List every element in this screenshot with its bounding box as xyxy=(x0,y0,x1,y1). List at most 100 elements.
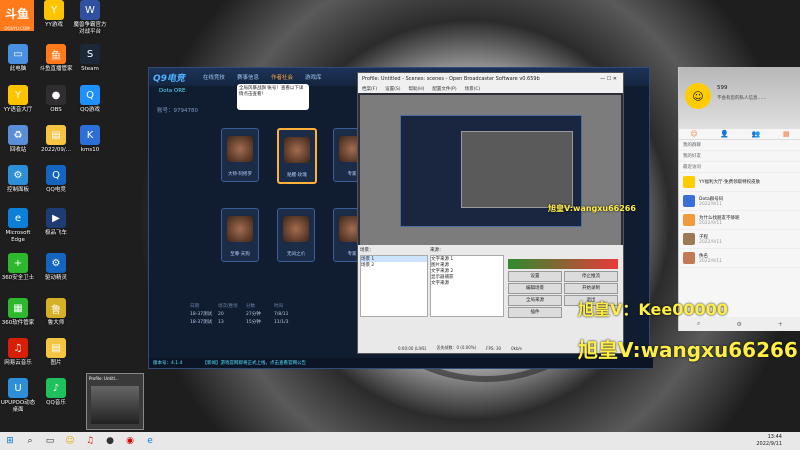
avatar[interactable]: ☺ xyxy=(685,83,711,109)
desktop-icon[interactable]: ⚙ 控制面板 xyxy=(0,165,36,194)
desktop-icon[interactable]: e Microsoft Edge xyxy=(0,208,36,244)
hero-card-selected[interactable]: 骷髅·玫瑰 xyxy=(277,128,317,184)
desktop-icon[interactable]: ▶ 极品飞车 xyxy=(38,208,74,237)
username: 599 xyxy=(717,85,728,91)
section-my-friends[interactable]: 我的好友 xyxy=(679,151,800,162)
start-record-button[interactable]: 开始录制 xyxy=(564,283,618,294)
global-sources-button[interactable]: 全局来源 xyxy=(508,295,562,306)
scene-item[interactable]: 场景 2 xyxy=(361,262,427,268)
edge-icon[interactable]: e xyxy=(143,434,157,448)
desktop-icon[interactable]: S Steam xyxy=(72,44,108,73)
dropped-frames: 丢失帧数：0 (0.00%) xyxy=(436,345,477,350)
system-clock[interactable]: 13:44 2022/9/11 xyxy=(756,434,782,448)
yy-icon[interactable]: ☺ xyxy=(63,434,77,448)
bitrate-readout: 0kb/s xyxy=(511,345,522,351)
list-item[interactable]: 佚名 2022/9/11 xyxy=(679,249,800,268)
game-icon[interactable]: ◉ xyxy=(123,434,137,448)
list-item[interactable]: 子程 2022/9/11 xyxy=(679,230,800,249)
table-row[interactable]: 18-37测试 13 15分钟 11/1/3 xyxy=(190,318,350,326)
edit-scene-button[interactable]: 编辑场景 xyxy=(508,283,562,294)
game-tab-online[interactable]: 在线竞技 xyxy=(203,73,225,81)
desktop-icon[interactable]: ▤ 图片 xyxy=(38,338,74,367)
desktop-icon[interactable]: ● OBS xyxy=(38,85,74,114)
app-icon: Y xyxy=(44,0,64,20)
desktop-icon[interactable]: Y YY语音大厅 xyxy=(0,85,36,114)
search-icon[interactable]: ⌕ xyxy=(697,320,700,328)
hero-card-label: 至尊·天狗 xyxy=(230,252,250,257)
obs-menu-item[interactable]: 设置(S) xyxy=(385,86,400,92)
desktop-icon[interactable]: ▭ 此电脑 xyxy=(0,44,36,73)
list-item[interactable]: Dota群号码 2022/9/11 xyxy=(679,192,800,211)
tab-friends[interactable]: 👤 xyxy=(720,130,729,138)
desktop-icon[interactable]: ⚙ 驱动精灵 xyxy=(38,253,74,282)
obs-icon[interactable]: ● xyxy=(103,434,117,448)
desktop-icon[interactable]: 鲁鲁大师 xyxy=(38,298,74,327)
obs-menu-item[interactable]: 帮助(H) xyxy=(408,86,424,92)
desktop-icon-label: 鲁大师 xyxy=(47,320,65,326)
list-item-title: 为什么找朋友不够呢 xyxy=(699,215,740,221)
hero-portrait xyxy=(283,216,309,242)
game-tab-events[interactable]: 赛事信息 xyxy=(237,73,259,81)
desktop-icon[interactable]: 鱼斗鱼直播管家 xyxy=(38,44,74,73)
table-row[interactable]: 18-37测试 20 27分钟 7/8/11 xyxy=(190,310,350,318)
table-cell: 18-37测试 xyxy=(190,320,213,325)
game-tab-library[interactable]: 游戏库 xyxy=(305,73,322,81)
table-header-cell: 分数 xyxy=(246,304,255,309)
tab-apps[interactable]: ▦ xyxy=(783,130,790,138)
desktop-icon[interactable]: Q QQ电竞 xyxy=(38,165,74,194)
douyu-logo: 斗鱼 xyxy=(0,0,34,26)
desktop-icon[interactable]: ♻ 回收站 xyxy=(0,125,36,154)
app-icon: W xyxy=(80,0,100,20)
table-header: 日期 场次/胜场 分数 时间 xyxy=(190,302,350,310)
obs-menu-item[interactable]: 档案(F) xyxy=(362,86,377,92)
list-item[interactable]: YY福利大厅-免费领取特权皮肤 xyxy=(679,173,800,192)
desktop-wallpaper: 斗鱼 DOUYU.COM Y YY游戏 W 魔兽争霸官方对战平台 ▭ 此电脑 鱼斗鱼直播管家… xyxy=(0,0,800,432)
table-cell: 15分钟 xyxy=(246,320,261,325)
obs-menu-item[interactable]: 配置文件(P) xyxy=(432,86,456,92)
game-tab-community[interactable]: 作者社会 xyxy=(271,73,293,81)
desktop-icon[interactable]: ▦ 360软件管家 xyxy=(0,298,36,327)
desktop-icon[interactable]: Kkms10 xyxy=(72,125,108,154)
desktop-icon[interactable]: ▤ 2022/09/... xyxy=(38,125,74,154)
tab-recent[interactable]: ☺ xyxy=(690,130,697,138)
section-my-groups[interactable]: 我的群聊 xyxy=(679,140,800,151)
desktop-icon[interactable]: ♪ QQ音乐 xyxy=(38,378,74,407)
list-item-title: Dota群号码 xyxy=(699,196,724,202)
hero-card[interactable]: 至尊·天狗 xyxy=(221,208,259,262)
plugins-button[interactable]: 插件 xyxy=(508,307,562,318)
stop-stream-button[interactable]: 停止推流 xyxy=(564,271,618,282)
netease-music-icon[interactable]: ♫ xyxy=(83,434,97,448)
list-item[interactable]: 为什么找朋友不够呢 2022/9/11 xyxy=(679,211,800,230)
sources-label: 来源： xyxy=(430,248,444,253)
source-item[interactable]: 文字来源 xyxy=(431,280,503,286)
hero-card[interactable]: 大师·阿修罗 xyxy=(221,128,259,182)
game-logo: Q9电竞 xyxy=(153,73,185,84)
scenes-list[interactable]: 场景 1 场景 2 xyxy=(360,255,428,317)
gear-icon[interactable]: ⚙ xyxy=(736,321,741,328)
desktop-icon[interactable]: +360安全卫士 xyxy=(0,253,36,282)
obs-menu-item[interactable]: 场景(C) xyxy=(465,86,481,92)
hero-card[interactable]: 无间之爪 xyxy=(277,208,315,262)
task-view-icon[interactable]: ▭ xyxy=(43,434,57,448)
taskbar-preview-thumbnail[interactable]: Profile: Untitl... xyxy=(86,373,144,430)
tab-groups[interactable]: 👥 xyxy=(752,130,761,138)
start-icon[interactable]: ⊞ xyxy=(3,434,17,448)
settings-button[interactable]: 设置 xyxy=(508,271,562,282)
window-controls-icon[interactable]: — ☐ ✕ xyxy=(600,76,617,82)
add-icon[interactable]: + xyxy=(778,321,783,328)
desktop-icon[interactable]: ♫ 网易云音乐 xyxy=(0,338,36,367)
yy-chat-panel[interactable]: ☺ 599 不会有您的私人信息…… ☺ 👤 👥 ▦ 我的群聊 我的好友 最近访问… xyxy=(678,67,800,331)
section-recent[interactable]: 最近访问 xyxy=(679,162,800,173)
search-icon[interactable]: ⌕ xyxy=(23,434,37,448)
sources-list[interactable]: 文字来源 1 图片来源 文字来源 2 显示器捕获 文字来源 xyxy=(430,255,504,317)
desktop-icon[interactable]: U UPUPOO动态桌面 xyxy=(0,378,36,414)
douyu-logo-sub: DOUYU.COM xyxy=(0,26,34,31)
table-cell: 18-37测试 xyxy=(190,312,213,317)
desktop-icon-label: QQ游戏 xyxy=(80,107,100,113)
desktop-icon[interactable]: Y YY游戏 xyxy=(36,0,72,29)
obs-titlebar[interactable]: Profile: Untitled - Scenes: scenes - Ope… xyxy=(358,73,623,85)
desktop-icon[interactable]: Q QQ游戏 xyxy=(72,85,108,114)
desktop-icon[interactable]: W 魔兽争霸官方对战平台 xyxy=(72,0,108,36)
list-item-text: 子程 2022/9/11 xyxy=(699,234,722,245)
game-news[interactable]: 【新闻】游戏官网即将正式上线，点击查看官网公告 xyxy=(202,360,306,366)
